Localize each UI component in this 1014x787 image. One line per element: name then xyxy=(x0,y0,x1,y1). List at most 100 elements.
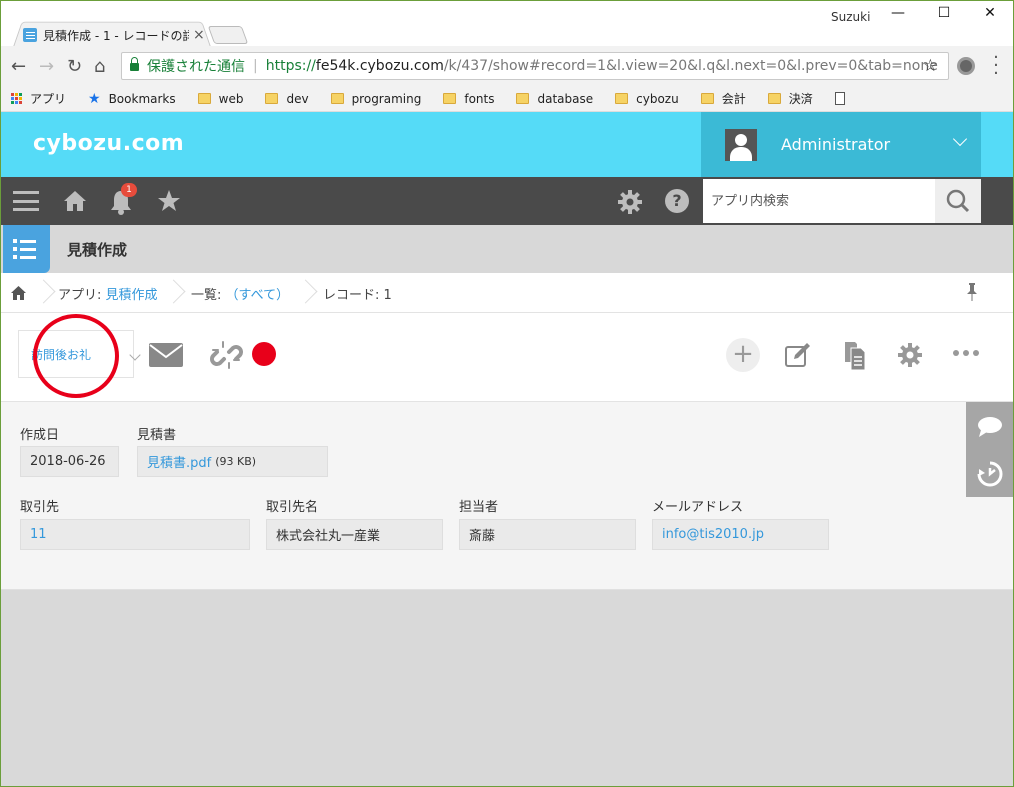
comment-icon[interactable] xyxy=(977,416,1003,438)
extension-icon[interactable] xyxy=(957,57,975,75)
window-user-name: Suzuki xyxy=(831,10,871,24)
browser-window: 見積作成 - 1 - レコードの詳 × Suzuki — ☐ ✕ ← → ↻ ⌂… xyxy=(0,0,1014,787)
close-window-button[interactable]: ✕ xyxy=(967,5,1013,21)
field-value-person-in-charge: 斎藤 xyxy=(459,519,636,550)
email-link[interactable]: info@tis2010.jp xyxy=(662,527,764,542)
app-favicon-icon xyxy=(23,28,37,42)
bookmark-label: アプリ xyxy=(30,92,67,106)
mail-icon[interactable] xyxy=(149,343,183,367)
breadcrumb-app-prefix: アプリ: xyxy=(58,288,106,303)
folder-icon xyxy=(197,93,211,104)
cybozu-logo[interactable]: cybozu.com xyxy=(33,131,184,156)
title-bar: 見積作成 - 1 - レコードの詳 × Suzuki — ☐ ✕ xyxy=(1,1,1013,47)
process-status-button[interactable]: 訪問後お礼 xyxy=(18,330,141,378)
client-link[interactable]: 11 xyxy=(30,527,47,542)
field-label-email: メールアドレス xyxy=(652,500,744,515)
breadcrumb-separator xyxy=(171,281,185,305)
hamburger-menu-icon[interactable] xyxy=(13,191,39,211)
app-list-icon[interactable] xyxy=(3,225,50,273)
search-button[interactable] xyxy=(935,179,981,223)
reload-button[interactable]: ↻ xyxy=(67,56,82,77)
minimize-button[interactable]: — xyxy=(875,5,921,21)
url-bar[interactable]: 保護された通信 | https:// fe54k.cybozu.com /k/4… xyxy=(121,52,949,80)
edit-icon[interactable] xyxy=(785,342,811,368)
folder-icon xyxy=(615,93,629,104)
breadcrumb-list-link[interactable]: （すべて） xyxy=(226,288,290,303)
bookmark-dev[interactable]: dev xyxy=(265,91,309,106)
field-label-client-name: 取引先名 xyxy=(266,500,319,515)
page-background xyxy=(1,590,1013,786)
bookmark-database[interactable]: database xyxy=(516,92,593,106)
bookmark-payment[interactable]: 決済 xyxy=(767,90,813,107)
bookmark-label: dev xyxy=(286,91,309,106)
breadcrumb-separator xyxy=(41,281,55,305)
bookmark-label: web xyxy=(218,91,244,106)
browser-tab[interactable]: 見積作成 - 1 - レコードの詳 × xyxy=(23,25,213,45)
address-bar-row: ← → ↻ ⌂ 保護された通信 | https:// fe54k.cybozu.… xyxy=(1,46,1013,86)
gear-icon[interactable] xyxy=(617,189,643,215)
bookmark-apps[interactable]: アプリ xyxy=(11,90,66,107)
field-label-created-date: 作成日 xyxy=(20,428,60,443)
client-name-value: 株式会社丸一産業 xyxy=(276,529,381,544)
notification-badge: 1 xyxy=(121,183,137,197)
folder-icon xyxy=(767,93,781,104)
home-button[interactable]: ⌂ xyxy=(94,56,105,77)
new-tab-button[interactable] xyxy=(207,26,249,44)
bookmark-label: fonts xyxy=(464,91,495,106)
back-button[interactable]: ← xyxy=(11,56,26,77)
breadcrumb-app-link[interactable]: 見積作成 xyxy=(106,288,158,303)
bookmark-label: cybozu xyxy=(636,91,679,106)
bookmark-label: 決済 xyxy=(788,92,813,106)
bookmark-bookmarks[interactable]: ★ Bookmarks xyxy=(88,91,176,107)
folder-icon xyxy=(516,93,530,104)
bookmark-label: Bookmarks xyxy=(108,91,176,106)
bookmark-star-icon[interactable]: ☆ xyxy=(923,56,938,76)
folder-icon xyxy=(265,93,279,104)
folder-icon xyxy=(700,93,714,104)
bookmark-fonts[interactable]: fonts xyxy=(443,92,494,106)
field-label-client: 取引先 xyxy=(20,500,60,515)
record-detail: 作成日 2018-06-26 見積書 見積書.pdf (93 KB) 取引先 1… xyxy=(1,402,1013,590)
breadcrumb-record: レコード: 1 xyxy=(323,288,392,303)
breadcrumb-list: 一覧: （すべて） xyxy=(191,284,289,303)
pin-icon[interactable] xyxy=(966,283,978,301)
bookmark-cybozu[interactable]: cybozu xyxy=(615,92,679,106)
bookmarks-bar: アプリ ★ Bookmarks web dev programing fonts… xyxy=(1,86,1013,112)
history-icon[interactable] xyxy=(977,461,1003,487)
app-title: 見積作成 xyxy=(67,241,128,259)
duplicate-icon[interactable] xyxy=(843,342,867,370)
unlink-icon[interactable] xyxy=(209,338,243,372)
process-status-label: 訪問後お礼 xyxy=(31,347,92,362)
person-in-charge-value: 斎藤 xyxy=(469,529,496,544)
favorite-star-icon[interactable] xyxy=(157,189,181,213)
breadcrumb-list-prefix: 一覧: xyxy=(191,288,226,303)
url-scheme: https:// xyxy=(265,58,316,74)
bookmark-page[interactable] xyxy=(834,92,845,105)
estimate-file-link[interactable]: 見積書.pdf xyxy=(147,452,211,471)
help-icon[interactable]: ? xyxy=(665,189,689,213)
app-search-input[interactable] xyxy=(703,179,935,223)
field-value-client: 11 xyxy=(20,519,250,550)
bookmark-web[interactable]: web xyxy=(197,91,244,106)
breadcrumb-home-icon[interactable] xyxy=(11,286,26,300)
home-icon[interactable] xyxy=(63,189,87,213)
browser-menu-icon[interactable]: · · · xyxy=(991,49,1001,83)
field-value-email: info@tis2010.jp xyxy=(652,519,829,550)
forward-button[interactable]: → xyxy=(39,56,54,77)
page-icon xyxy=(834,92,845,105)
bookmark-programing[interactable]: programing xyxy=(330,92,421,106)
settings-gear-icon[interactable] xyxy=(897,342,923,368)
user-menu[interactable]: Administrator xyxy=(701,112,981,177)
field-value-estimate-file: 見積書.pdf (93 KB) xyxy=(137,446,328,477)
file-size: (93 KB) xyxy=(215,455,257,468)
more-options-icon[interactable] xyxy=(953,350,979,356)
maximize-button[interactable]: ☐ xyxy=(921,5,967,21)
app-title-bar: 見積作成 xyxy=(1,225,1013,273)
url-host: fe54k.cybozu.com xyxy=(315,58,444,74)
folder-icon xyxy=(330,93,344,104)
tab-close-icon[interactable]: × xyxy=(193,27,205,43)
bookmark-accounting[interactable]: 会計 xyxy=(700,90,746,107)
apps-grid-icon xyxy=(11,93,22,104)
add-record-button[interactable]: + xyxy=(726,338,760,372)
url-separator: | xyxy=(253,58,258,74)
